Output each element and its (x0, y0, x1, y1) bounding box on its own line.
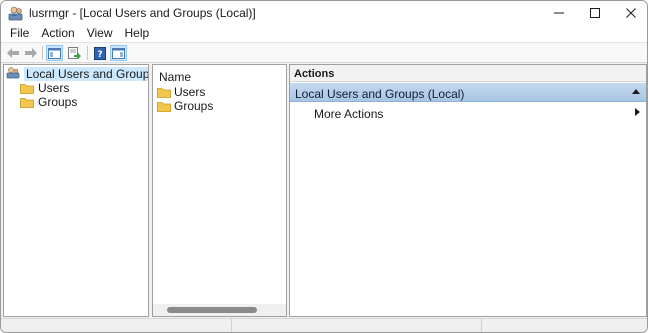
actions-header: Actions (290, 65, 646, 82)
folder-icon (20, 97, 34, 108)
export-list-button[interactable] (66, 45, 83, 61)
scrollbar-thumb[interactable] (167, 307, 257, 313)
tree-item-root[interactable]: Local Users and Groups (Local) (6, 66, 148, 82)
show-hide-console-tree-icon (48, 47, 61, 59)
back-arrow-icon (6, 48, 19, 58)
forward-arrow-icon (24, 48, 37, 58)
column-header-label: Name (159, 70, 192, 84)
toolbar-separator (87, 46, 88, 60)
menu-help[interactable]: Help (119, 25, 156, 42)
minimize-button[interactable] (539, 1, 579, 25)
maximize-button[interactable] (575, 1, 615, 25)
actions-group-label: Local Users and Groups (Local) (295, 87, 465, 101)
folder-icon (157, 87, 171, 98)
menu-view[interactable]: View (81, 25, 119, 42)
horizontal-scrollbar[interactable] (153, 304, 286, 316)
menu-bar: File Action View Help (1, 25, 647, 42)
list-item-label: Groups (174, 99, 214, 113)
toolbar-separator (42, 46, 43, 60)
users-console-icon (8, 5, 24, 21)
toolbar: ? (1, 42, 647, 63)
status-bar (1, 318, 647, 332)
folder-icon (157, 101, 171, 112)
export-list-icon (68, 47, 81, 59)
menu-file[interactable]: File (4, 25, 35, 42)
tree-item-label: Users (38, 81, 70, 95)
column-header-name[interactable]: Name (153, 65, 286, 85)
svg-text:?: ? (97, 50, 102, 60)
minimize-icon (554, 12, 564, 14)
console-tree-pane[interactable]: Local Users and Groups (Local) Users Gro… (3, 64, 149, 317)
close-icon (626, 8, 636, 18)
status-bar-segment (231, 319, 481, 332)
actions-pane: Actions Local Users and Groups (Local) M… (289, 64, 647, 317)
actions-group-header[interactable]: Local Users and Groups (Local) (290, 83, 646, 102)
tree-item-label: Groups (38, 95, 78, 109)
menu-action[interactable]: Action (35, 25, 80, 42)
window-title: lusrmgr - [Local Users and Groups (Local… (29, 6, 256, 20)
collapse-arrow-icon[interactable] (632, 89, 640, 94)
list-item-label: Users (174, 85, 206, 99)
list-item-groups[interactable]: Groups (157, 99, 213, 113)
show-hide-console-tree-button[interactable] (46, 45, 63, 61)
submenu-arrow-icon (635, 108, 640, 116)
result-list-pane[interactable]: Name Users Groups (152, 64, 287, 317)
show-hide-action-pane-icon (112, 47, 125, 59)
help-icon: ? (93, 46, 106, 60)
tree-item-users[interactable]: Users (20, 81, 69, 95)
tree-item-groups[interactable]: Groups (20, 95, 77, 109)
folder-icon (20, 83, 34, 94)
tree-item-label: Local Users and Groups (Local) (24, 67, 148, 81)
status-bar-segment (481, 319, 647, 332)
close-button[interactable] (611, 1, 647, 25)
help-button[interactable]: ? (91, 45, 108, 61)
back-button[interactable] (4, 45, 21, 61)
show-hide-action-pane-button[interactable] (110, 45, 127, 61)
more-actions-item[interactable]: More Actions (290, 103, 646, 121)
forward-button[interactable] (22, 45, 39, 61)
list-item-users[interactable]: Users (157, 85, 205, 99)
actions-title: Actions (294, 68, 335, 80)
title-bar[interactable]: lusrmgr - [Local Users and Groups (Local… (1, 1, 647, 25)
action-item-label: More Actions (314, 107, 384, 121)
users-console-icon (6, 66, 20, 82)
mmc-window: lusrmgr - [Local Users and Groups (Local… (0, 0, 648, 333)
maximize-icon (590, 8, 600, 18)
